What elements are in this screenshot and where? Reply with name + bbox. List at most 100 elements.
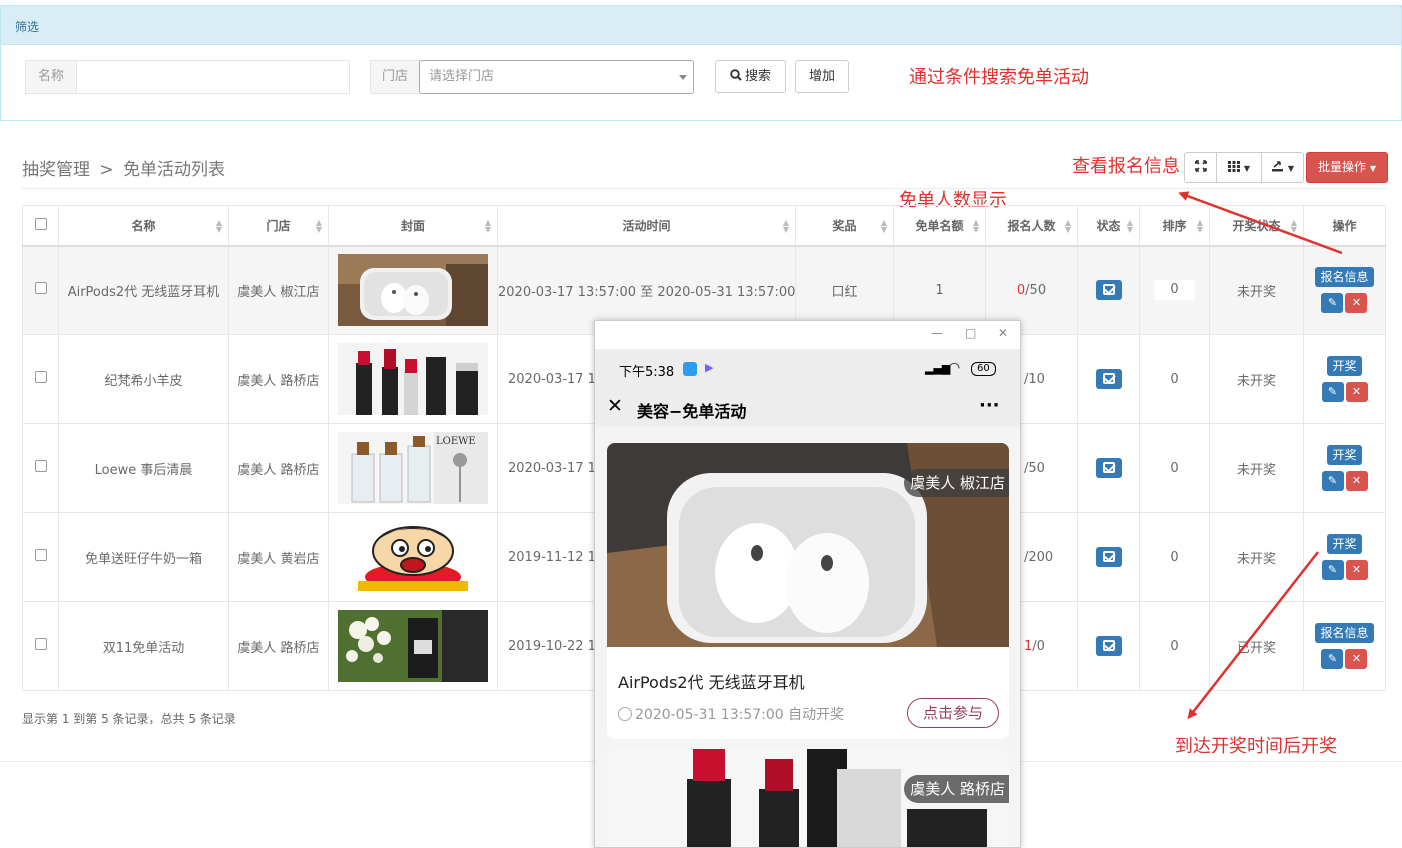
fullscreen-button[interactable] xyxy=(1184,152,1217,183)
edit-button[interactable]: ✎ xyxy=(1321,382,1344,402)
add-button[interactable]: 增加 xyxy=(795,60,849,93)
delete-button[interactable]: ✕ xyxy=(1345,471,1368,491)
edit-button[interactable]: ✎ xyxy=(1321,649,1344,669)
delete-button[interactable]: ✕ xyxy=(1345,382,1368,402)
column-header[interactable]: 活动时间 ▲ ▼ xyxy=(497,205,796,247)
phone-time: 下午5:38 xyxy=(619,365,675,380)
select-all-checkbox[interactable] xyxy=(34,217,47,230)
column-header[interactable]: 状态 ▲ ▼ xyxy=(1077,205,1140,247)
select-all-cell[interactable] xyxy=(22,205,59,247)
draw-button[interactable]: 开奖 xyxy=(1327,356,1362,376)
edit-button[interactable]: ✎ xyxy=(1321,471,1344,491)
activity-store: 虞美人 路桥店 xyxy=(228,423,329,513)
edit-button[interactable]: ✎ xyxy=(1321,560,1344,580)
status-toggle[interactable] xyxy=(1095,369,1122,389)
join-button[interactable]: 点击参与 xyxy=(907,698,999,728)
delete-button[interactable]: ✕ xyxy=(1345,293,1368,314)
chevron-down-icon xyxy=(679,75,687,80)
row-select-cell[interactable] xyxy=(22,601,59,691)
close-icon: ✕ xyxy=(1351,474,1362,487)
batch-operation-label: 批量操作 xyxy=(1318,160,1367,174)
store-select[interactable]: 请选择门店 xyxy=(419,60,694,94)
caret-down-icon: ▼ xyxy=(1369,164,1376,173)
signup-info-button[interactable]: 报名信息 xyxy=(1315,623,1374,643)
columns-button[interactable]: ▼ xyxy=(1216,152,1262,183)
close-icon[interactable]: ✕ xyxy=(607,395,623,417)
activity-name: Loewe 事后清晨 xyxy=(58,423,229,513)
more-icon[interactable]: ··· xyxy=(979,395,1000,416)
signup-info-button[interactable]: 报名信息 xyxy=(1315,267,1374,288)
name-input[interactable] xyxy=(76,60,350,94)
edit-button[interactable]: ✎ xyxy=(1321,293,1344,314)
operations-cell: 开奖 ✎ ✕ xyxy=(1303,423,1386,513)
row-checkbox[interactable] xyxy=(34,371,47,383)
status-toggle[interactable] xyxy=(1095,280,1122,301)
mini-program-title: 美容−免单活动 xyxy=(637,402,747,421)
row-select-cell[interactable] xyxy=(22,512,59,602)
annotation-draw: 到达开奖时间后开奖 xyxy=(1175,736,1337,757)
sort-value: 0 xyxy=(1139,601,1210,691)
draw-status: 未开奖 xyxy=(1209,334,1304,424)
cover-cell xyxy=(328,245,498,335)
edit-icon: ✎ xyxy=(1327,652,1338,665)
column-header[interactable]: 门店 ▲ ▼ xyxy=(228,205,329,247)
row-select-cell[interactable] xyxy=(22,245,59,335)
sort-icon: ▲ ▼ xyxy=(215,218,222,234)
column-header[interactable]: 封面 ▲ ▼ xyxy=(328,205,498,247)
svg-text:LOEWE: LOEWE xyxy=(436,436,476,447)
signup-total: /200 xyxy=(1024,549,1054,565)
signup-total: /50 xyxy=(1024,460,1045,476)
column-header[interactable]: 免单名额 ▲ ▼ xyxy=(893,205,986,247)
export-icon xyxy=(1272,161,1283,172)
column-header[interactable]: 排序 ▲ ▼ xyxy=(1139,205,1210,247)
checkbox-checked-icon xyxy=(1102,373,1115,384)
column-header[interactable]: 名称 ▲ ▼ xyxy=(58,205,229,247)
minimize-icon[interactable]: — xyxy=(931,326,943,340)
cover-cell xyxy=(328,601,498,691)
row-checkbox[interactable] xyxy=(34,638,47,650)
column-header: 操作 xyxy=(1303,205,1386,247)
maximize-icon[interactable]: □ xyxy=(965,326,976,340)
row-checkbox[interactable] xyxy=(34,549,47,561)
status-toggle[interactable] xyxy=(1095,636,1122,656)
export-button[interactable]: ▼ xyxy=(1261,152,1304,183)
row-select-cell[interactable] xyxy=(22,423,59,513)
store-tag: 虞美人 椒江店 xyxy=(904,469,1009,497)
status-toggle[interactable] xyxy=(1095,458,1122,478)
phone-status-bar: 下午5:38 ▶ ▂▄▆ ◠ 60 xyxy=(595,349,1020,389)
status-toggle[interactable] xyxy=(1095,547,1122,567)
search-button-label: 搜索 xyxy=(744,69,771,84)
sort-input[interactable]: 0 xyxy=(1154,280,1195,301)
app-notification-icon xyxy=(683,362,697,376)
checkbox-checked-icon xyxy=(1102,462,1115,473)
row-checkbox[interactable] xyxy=(34,460,47,472)
delete-button[interactable]: ✕ xyxy=(1345,560,1368,580)
activity-card[interactable]: 虞美人 路桥店 xyxy=(607,749,1009,847)
search-button[interactable]: 搜索 xyxy=(715,60,786,93)
batch-operation-button[interactable]: 批量操作 ▼ xyxy=(1306,152,1388,183)
cover-image-flowers xyxy=(338,610,488,682)
row-select-cell[interactable] xyxy=(22,334,59,424)
sort-icon: ▲ ▼ xyxy=(1126,218,1133,234)
activity-card[interactable]: 虞美人 椒江店 AirPods2代 无线蓝牙耳机 2020-05-31 13:5… xyxy=(607,443,1009,739)
draw-button[interactable]: 开奖 xyxy=(1327,445,1362,465)
close-icon[interactable]: ✕ xyxy=(998,326,1008,340)
column-header[interactable]: 报名人数 ▲ ▼ xyxy=(985,205,1078,247)
signup-count: 0 xyxy=(1016,282,1026,298)
table-header-row: 名称 ▲ ▼ 门店 ▲ ▼ 封面 ▲ ▼ 活动时间 ▲ ▼ 奖品 ▲ ▼ 免单名额 ▲ ▼ 报名人数 ▲ ▼… xyxy=(22,205,1386,247)
sort-icon: ▲ ▼ xyxy=(782,218,789,234)
breadcrumb-parent[interactable]: 抽奖管理 xyxy=(22,160,90,180)
column-header[interactable]: 奖品 ▲ ▼ xyxy=(795,205,894,247)
draw-button[interactable]: 开奖 xyxy=(1327,534,1362,554)
row-checkbox[interactable] xyxy=(34,282,47,295)
column-header[interactable]: 开奖状态 ▲ ▼ xyxy=(1209,205,1304,247)
cover-cell xyxy=(328,334,498,424)
breadcrumb: 抽奖管理 > 免单活动列表 xyxy=(22,155,225,180)
delete-button[interactable]: ✕ xyxy=(1345,649,1368,669)
draw-status: 未开奖 xyxy=(1209,245,1304,335)
phone-nav-bar: ✕ 美容−免单活动 ··· xyxy=(595,389,1020,427)
operations-cell: 开奖 ✎ ✕ xyxy=(1303,334,1386,424)
sort-value: 0 xyxy=(1139,334,1210,424)
annotation-search: 通过条件搜索免单活动 xyxy=(909,67,1089,88)
filter-panel: 名称 门店 请选择门店 搜索 增加 xyxy=(0,45,1402,121)
